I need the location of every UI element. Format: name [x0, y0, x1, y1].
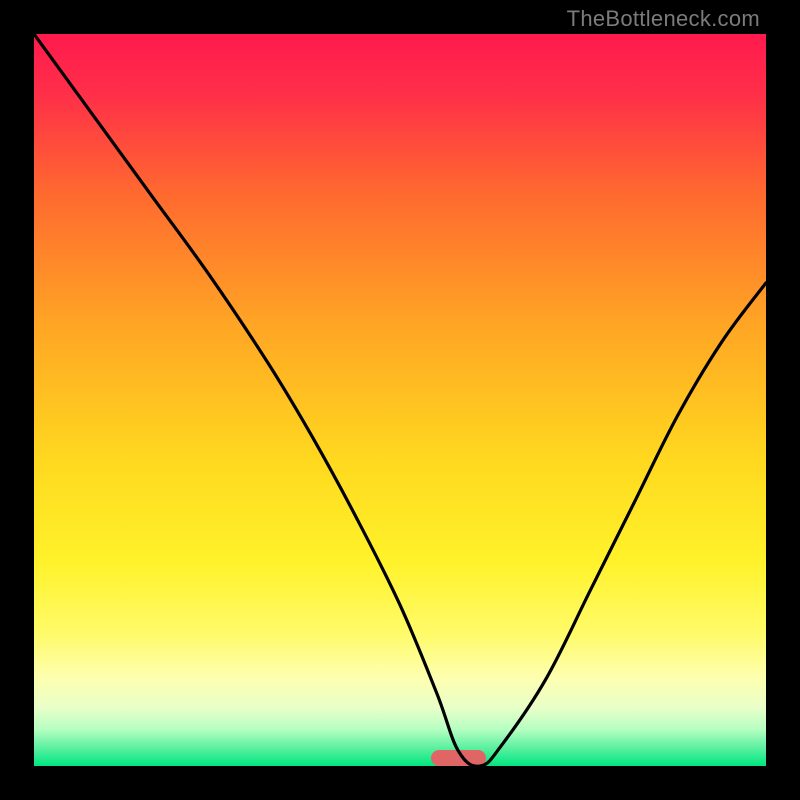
optimal-range-marker: [431, 750, 486, 766]
plot-frame: [34, 34, 766, 766]
gradient-background: [34, 34, 766, 766]
watermark-text: TheBottleneck.com: [567, 6, 760, 32]
